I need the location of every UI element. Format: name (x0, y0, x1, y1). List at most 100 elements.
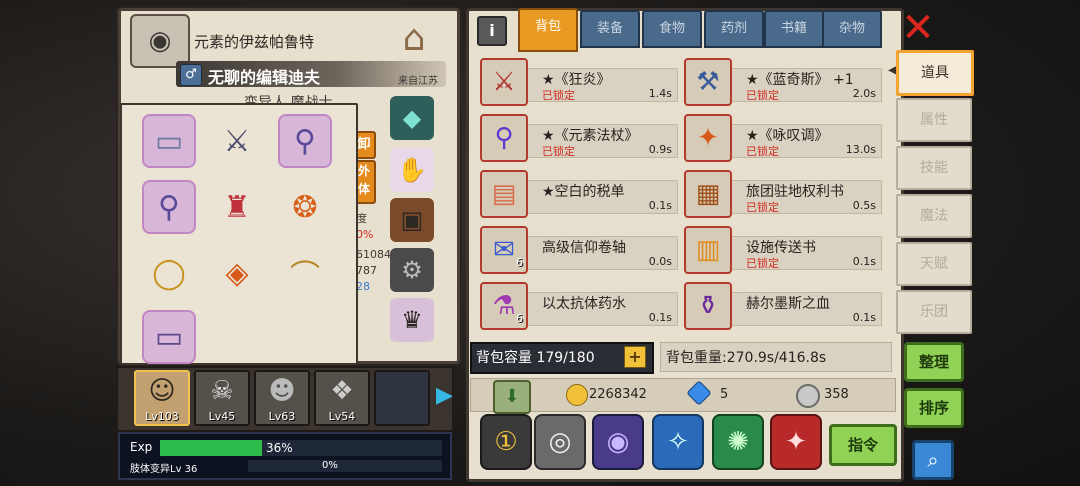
wand-icon[interactable]: ⚲ (278, 114, 332, 168)
inventory-item[interactable]: ⚱ 赫尔墨斯之血 0.1s (684, 282, 882, 330)
item-count: 6 (516, 256, 523, 269)
party-next-arrow-icon[interactable]: ▶ (436, 382, 453, 410)
info-icon[interactable]: i (477, 16, 507, 46)
party-member-1[interactable]: ☺ Lv103 (134, 370, 190, 426)
party-member-2[interactable]: ☠ Lv45 (194, 370, 250, 426)
close-icon[interactable]: ✕ (900, 8, 936, 48)
stat-percent: 0% (356, 228, 374, 241)
tab-equipment[interactable]: 装备 (580, 10, 640, 48)
item-weight: 0.1s (852, 255, 876, 268)
party-level: Lv103 (145, 410, 179, 423)
item-name: 赫尔墨斯之血 (746, 296, 830, 312)
item-lock: 已锁定 (746, 257, 779, 270)
spiral-skill-icon[interactable]: ◎ (534, 414, 586, 470)
inventory-item[interactable]: ⚔ ★《狂炎》 已锁定 1.4s (480, 58, 678, 106)
inventory-item[interactable]: ⚗ 6 以太抗体药水 0.1s (480, 282, 678, 330)
side-tab-talents[interactable]: 天赋 (896, 242, 972, 286)
tab-misc[interactable]: 杂物 (822, 10, 882, 48)
side-tab-skills[interactable]: 技能 (896, 146, 972, 190)
tab-potions[interactable]: 药剂 (704, 10, 764, 48)
exp-label: Exp (130, 440, 153, 454)
staff-icon[interactable]: ⚲ (142, 180, 196, 234)
bracelet-icon[interactable]: ▭ (142, 114, 196, 168)
side-tab-magic[interactable]: 魔法 (896, 194, 972, 238)
strike-skill-icon[interactable]: ✦ (770, 414, 822, 470)
mutation-percent: 0% (322, 460, 338, 471)
store-item-icon[interactable]: ⬇ (493, 380, 531, 414)
party-member-4[interactable]: ❖ Lv54 (314, 370, 370, 426)
gold-coin-icon (566, 384, 588, 406)
party-member-5-empty[interactable] (374, 370, 430, 426)
shield-gem-icon[interactable]: ◆ (390, 96, 434, 140)
gear-icon[interactable]: ⚙ (390, 248, 434, 292)
tab-books[interactable]: 书籍 (764, 10, 824, 48)
sword-icon: ⚔ (480, 58, 528, 106)
ring-icon[interactable]: ◯ (144, 248, 194, 298)
character-name[interactable]: 无聊的编辑迪夫 (208, 64, 320, 88)
item-name: 旅团驻地权利书 (746, 184, 844, 200)
inventory-item[interactable]: ⚲ ★《元素法杖》 已锁定 0.9s (480, 114, 678, 162)
stat-value-3: 28 (356, 280, 370, 293)
item-weight: 0.1s (648, 311, 672, 324)
item-name: ★《狂炎》 (542, 72, 611, 88)
inventory-item[interactable]: ✦ ★《咏叹调》 已锁定 13.0s (684, 114, 882, 162)
side-tab-items[interactable]: 道具 (896, 50, 974, 96)
item-name: ★《咏叹调》 (746, 128, 829, 144)
inventory-item[interactable]: ✉ 6 高级信仰卷轴 0.0s (480, 226, 678, 274)
mutation-track (248, 460, 442, 472)
stat-value-1: 61084 (356, 248, 391, 261)
party-level: Lv54 (328, 410, 356, 423)
side-tab-band[interactable]: 乐团 (896, 290, 972, 334)
item-weight: 0.9s (648, 143, 672, 156)
party-member-3[interactable]: ☻ Lv63 (254, 370, 310, 426)
stat-value-2: 787 (356, 264, 377, 277)
item-name: ★《元素法杖》 (542, 128, 639, 144)
inventory-item[interactable]: ⚒ ★《蓝奇斯》 +1 已锁定 2.0s (684, 58, 882, 106)
circlet-icon[interactable]: ⌒ (280, 248, 330, 298)
lollipop-icon[interactable]: ❂ (280, 182, 330, 232)
tab-food[interactable]: 食物 (642, 10, 702, 48)
medal-icon (796, 384, 820, 408)
helmet-icon[interactable]: ♜ (212, 182, 262, 232)
search-icon[interactable]: ⌕ (912, 440, 954, 480)
armor-icon[interactable]: ▣ (390, 198, 434, 242)
arrange-button[interactable]: 整理 (904, 342, 964, 382)
tab-backpack[interactable]: 背包 (518, 8, 578, 52)
eye-emblem-icon: ◉ (130, 14, 190, 68)
crown-icon[interactable]: ♛ (390, 298, 434, 342)
battle-axe-icon[interactable]: ⚔ (212, 116, 262, 166)
side-tab-attributes[interactable]: 属性 (896, 98, 972, 142)
eye-skill-icon[interactable]: ◉ (592, 414, 644, 470)
gem-amount: 5 (720, 387, 729, 402)
character-title: 元素的伊兹帕鲁特 (194, 33, 315, 51)
avatar: ☺ (148, 376, 176, 406)
item-lock: 已锁定 (542, 89, 575, 102)
book-icon: ▥ (684, 226, 732, 274)
inventory-item[interactable]: ▥ 设施传送书 已锁定 0.1s (684, 226, 882, 274)
blade-skill-icon[interactable]: ✧ (652, 414, 704, 470)
belt-icon[interactable]: ▭ (142, 310, 196, 364)
item-lock: 已锁定 (746, 145, 779, 158)
number-slot-icon[interactable]: ① (480, 414, 532, 470)
sort-button[interactable]: 排序 (904, 388, 964, 428)
item-weight: 2.0s (852, 87, 876, 100)
ticket-icon: ▤ (480, 170, 528, 218)
expand-capacity-button[interactable]: + (624, 346, 646, 368)
item-name: 以太抗体药水 (542, 296, 626, 312)
gauntlet-icon[interactable]: ✋ (390, 148, 434, 192)
inventory-item[interactable]: ▦ 旅团驻地权利书 已锁定 0.5s (684, 170, 882, 218)
item-name: 设施传送书 (746, 240, 816, 256)
item-weight: 13.0s (845, 143, 876, 156)
item-weight: 1.4s (648, 87, 672, 100)
command-button[interactable]: 指令 (829, 424, 897, 466)
inventory-item[interactable]: ▤ ★空白的税单 0.1s (480, 170, 678, 218)
item-weight: 0.1s (852, 311, 876, 324)
item-weight: 0.5s (852, 199, 876, 212)
hanger-icon[interactable]: ⌂ (384, 14, 444, 64)
item-lock: 已锁定 (746, 89, 779, 102)
burst-skill-icon[interactable]: ✺ (712, 414, 764, 470)
gold-amount: 2268342 (589, 387, 647, 402)
party-level: Lv45 (208, 410, 236, 423)
avatar: ❖ (330, 376, 354, 406)
amulet-icon[interactable]: ◈ (212, 248, 262, 298)
